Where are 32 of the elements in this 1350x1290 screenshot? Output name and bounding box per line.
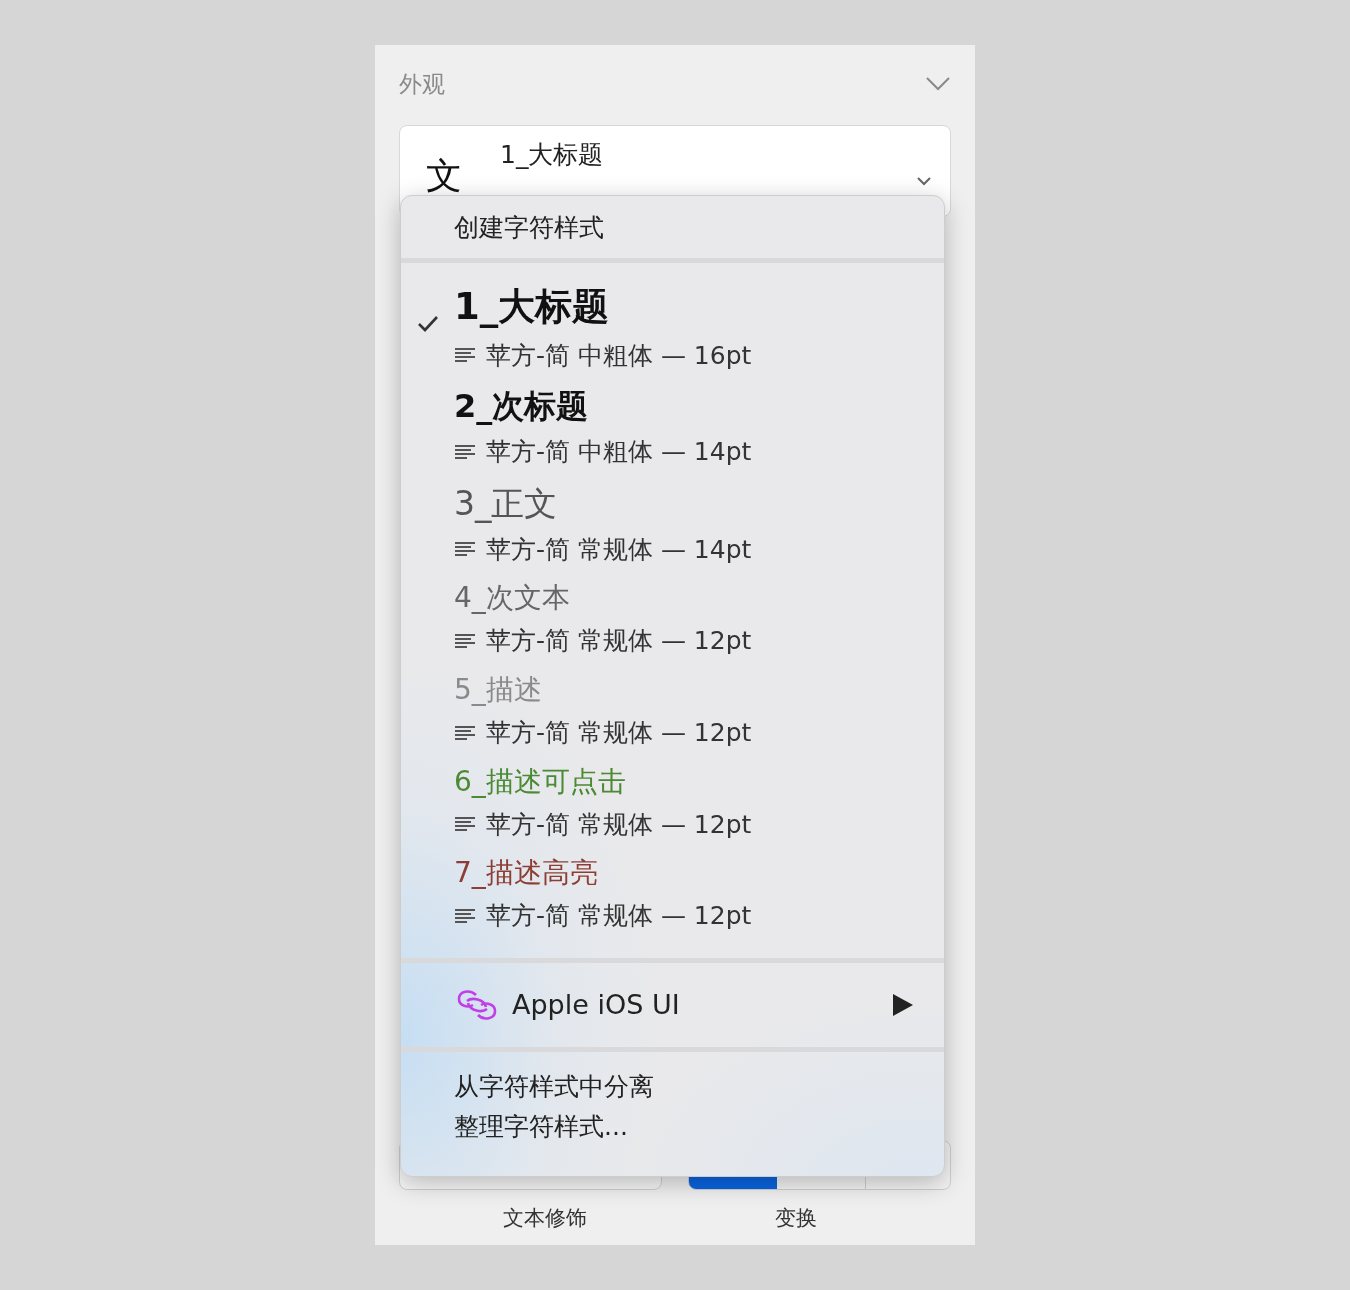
section-title: 外观 [399,69,445,99]
align-left-icon [454,632,476,649]
font-info: 苹方-简 常规体 — 12pt [486,625,752,658]
text-style-icon: 文 [426,156,500,196]
font-info: 苹方-简 常规体 — 12pt [486,808,752,841]
checkmark-icon [416,315,439,333]
linked-library-icon [456,987,498,1022]
font-info: 苹方-简 常规体 — 12pt [486,717,752,750]
menu-item[interactable]: 整理字符样式... [401,1107,944,1146]
align-left-icon [454,347,476,364]
style-name: 1_大标题 [500,139,605,171]
align-left-icon [454,541,476,558]
caret-icon [916,176,932,186]
font-info: 苹方-简 中粗体 — 16pt [486,339,752,372]
menu-item[interactable]: 从字符样式中分离 [401,1067,944,1106]
submenu-arrow-icon [892,992,914,1017]
align-left-icon [454,724,476,741]
align-left-icon [454,816,476,833]
align-left-icon [454,443,476,460]
font-info: 苹方-简 中粗体 — 14pt [486,436,752,469]
style-option[interactable]: 4_次文本 [454,581,752,615]
style-option[interactable]: 2_次标题 [454,387,752,426]
font-info: 苹方-简 常规体 — 14pt [486,533,752,566]
style-option[interactable]: 7_描述高亮 [454,856,752,890]
field-label: 变换 [775,1204,817,1232]
style-option[interactable]: 1_大标题 [454,285,752,330]
library-submenu[interactable]: Apple iOS UI [401,962,944,1047]
chevron-icon[interactable] [925,76,951,92]
field-label: 文本修饰 [503,1204,587,1232]
style-option[interactable]: 3_正文 [454,483,752,524]
font-info: 苹方-简 常规体 — 12pt [486,900,752,933]
align-left-icon [454,907,476,924]
